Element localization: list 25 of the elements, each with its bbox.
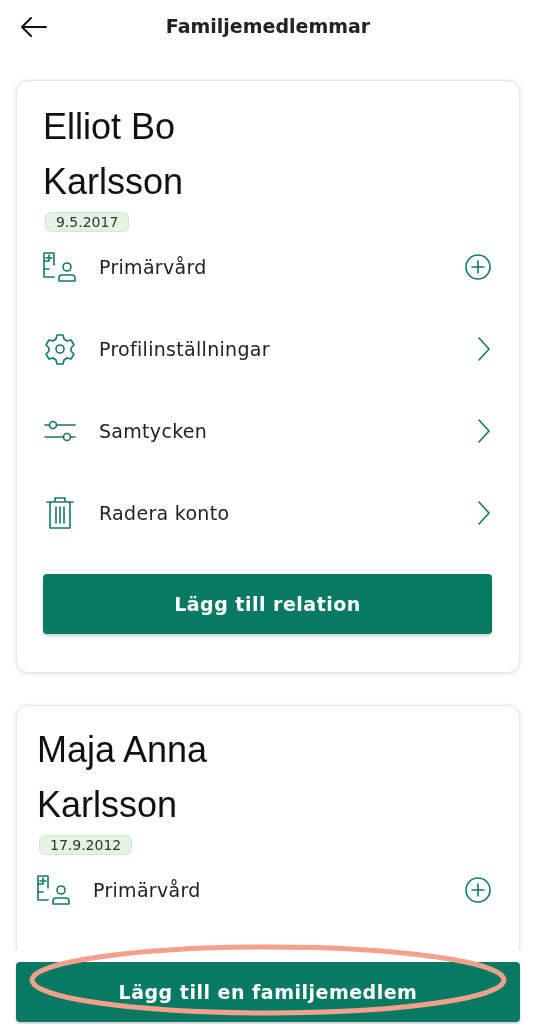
plus-circle-icon[interactable] <box>464 253 492 281</box>
menu-item[interactable]: Samtycken <box>43 390 492 472</box>
doctor-chart-icon <box>43 252 77 282</box>
page-title: Familjemedlemmar <box>165 15 371 37</box>
doctor-chart-icon <box>37 875 71 905</box>
menu-item-label: Samtycken <box>99 420 209 442</box>
member-name: Maja Anna Karlsson <box>37 728 209 827</box>
menu-item[interactable]: Radera konto <box>43 472 492 554</box>
menu-item-label: Primärvård <box>93 879 202 901</box>
trash-icon <box>43 496 77 530</box>
plus-circle-icon[interactable] <box>464 876 492 904</box>
add-family-member-button[interactable]: Lägg till en familjemedlem <box>16 962 520 1022</box>
chevron-right-icon[interactable] <box>476 335 492 363</box>
chevron-right-icon[interactable] <box>476 417 492 445</box>
birth-date-badge: 9.5.2017 <box>45 212 130 232</box>
menu-item-label: Primärvård <box>99 256 208 278</box>
menu-item-label: Profilinställningar <box>99 338 271 360</box>
chevron-right-icon[interactable] <box>476 499 492 527</box>
birth-date-badge: 17.9.2012 <box>39 835 133 855</box>
member-name: Elliot Bo Karlsson <box>43 105 185 204</box>
gear-icon <box>43 333 77 365</box>
menu-item-label: Radera konto <box>99 502 231 524</box>
menu-item[interactable]: Profilinställningar <box>43 308 492 390</box>
add-relation-button[interactable]: Lägg till relation <box>43 574 492 634</box>
back-arrow-icon[interactable] <box>20 16 48 38</box>
